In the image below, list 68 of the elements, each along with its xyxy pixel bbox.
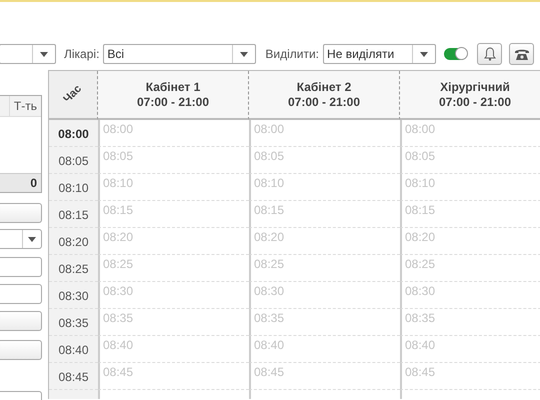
working-hours: 07:00 - 21:00 [136,94,210,110]
time-cell: 08:25 [49,255,98,282]
time-slot[interactable]: 08:20 [98,228,249,255]
time-slot[interactable]: 08:30 [400,282,540,309]
input-field[interactable] [0,257,42,277]
time-cell: 08:10 [49,174,98,201]
total-value: 0 [30,176,38,190]
time-cell: 08:05 [49,147,98,174]
highlight-label: Виділити: [265,47,320,61]
time-cell: 08:35 [49,309,98,336]
phone-icon [514,48,530,60]
time-slot[interactable]: 08:25 [400,255,540,282]
time-slot[interactable]: 08:45 [249,363,400,390]
column-title: Кабінет 2 [296,80,352,94]
time-slot[interactable]: 08:35 [98,309,249,336]
bell-button[interactable] [477,43,502,65]
time-cell: 08:30 [49,282,98,309]
column-header: Т-ть [8,96,41,116]
time-slot[interactable]: 08:05 [249,147,400,174]
bell-icon [484,47,496,61]
time-cell: 08:15 [49,201,98,228]
working-hours: 07:00 - 21:00 [288,94,360,110]
time-slot[interactable]: 08:35 [249,309,400,336]
time-slot[interactable]: 08:00 [98,120,249,147]
button[interactable] [0,340,42,360]
doctors-dropdown[interactable]: Всі [103,44,256,64]
time-slot[interactable]: 08:25 [98,255,249,282]
time-slot[interactable]: 08:05 [400,147,540,174]
time-slot[interactable]: 08:40 [249,336,400,363]
working-hours: 07:00 - 21:00 [438,94,512,110]
caret-icon [240,52,248,56]
time-slot[interactable]: 08:10 [400,174,540,201]
highlight-dropdown[interactable]: Не виділяти [323,44,436,64]
time-slot[interactable]: 08:40 [400,336,540,363]
button[interactable] [0,203,42,223]
time-slot[interactable]: 08:20 [249,228,400,255]
toggle-switch[interactable] [444,48,468,60]
time-slot[interactable]: 08:00 [249,120,400,147]
column-title: Кабінет 1 [146,80,200,94]
dropdown[interactable] [0,229,42,249]
time-cell: 08:00 [49,120,98,147]
column-title: Хірургічний [440,80,510,94]
time-slot[interactable]: 08:00 [400,120,540,147]
caret-icon [420,52,428,56]
time-slot[interactable]: 08:15 [98,201,249,228]
time-slot[interactable]: 08:45 [98,363,249,390]
caret-icon [40,52,48,56]
input-field[interactable] [0,284,42,304]
time-slot[interactable]: 08:30 [249,282,400,309]
phone-button[interactable] [509,43,534,65]
time-slot[interactable]: 08:15 [400,201,540,228]
time-slot[interactable]: 08:40 [98,336,249,363]
time-header: Час [60,82,85,107]
time-slot[interactable]: 08:45 [400,363,540,390]
time-slot[interactable]: 08:20 [400,228,540,255]
time-slot[interactable]: 08:35 [400,309,540,336]
time-slot[interactable]: 08:10 [249,174,400,201]
caret-icon [28,236,36,242]
time-cell: 08:20 [49,228,98,255]
doctors-label: Лікарі: [64,47,100,61]
time-slot[interactable]: 08:30 [98,282,249,309]
time-slot[interactable]: 08:15 [249,201,400,228]
button[interactable] [0,311,42,331]
time-cell: 08:40 [49,336,98,363]
time-slot[interactable]: 08:10 [98,174,249,201]
time-cell: 08:45 [49,363,98,390]
time-slot[interactable]: 08:05 [98,147,249,174]
time-slot[interactable]: 08:25 [249,255,400,282]
